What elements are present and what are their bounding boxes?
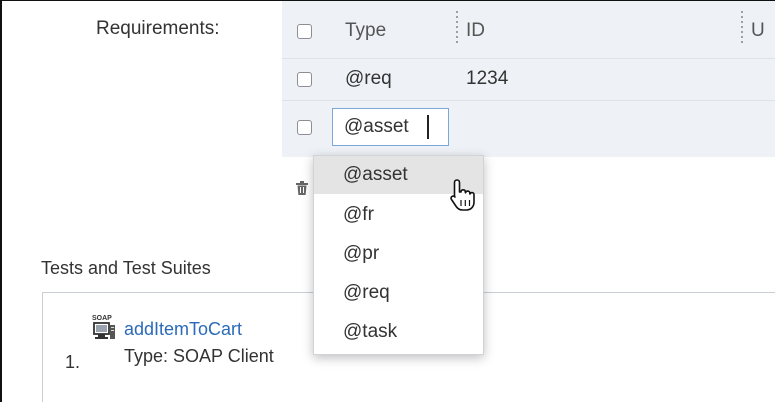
row-checkbox[interactable]: [297, 120, 312, 135]
hand-pointer-icon: [450, 179, 475, 211]
trash-icon[interactable]: [296, 181, 308, 195]
requirements-label: Requirements:: [96, 18, 220, 39]
id-cell[interactable]: 1234: [466, 68, 508, 90]
column-header-url[interactable]: U: [751, 20, 765, 42]
table-row[interactable]: @req 1234: [282, 58, 775, 101]
grid-header-row: Type ID U: [282, 1, 775, 59]
column-resize-handle[interactable]: [456, 11, 458, 45]
dropdown-option-req[interactable]: @req: [314, 274, 483, 312]
column-header-id[interactable]: ID: [466, 20, 485, 42]
tests-section-title: Tests and Test Suites: [41, 258, 211, 278]
select-all-checkbox[interactable]: [297, 24, 312, 39]
soap-icon: SOAP: [92, 315, 115, 339]
type-cell[interactable]: @req: [345, 68, 392, 90]
column-header-type[interactable]: Type: [345, 20, 386, 42]
row-checkbox[interactable]: [297, 72, 312, 87]
test-link-additemtocart[interactable]: addItemToCart: [124, 319, 242, 340]
text-caret: [427, 115, 429, 139]
soap-icon-text: SOAP: [92, 315, 112, 322]
test-index: 1.: [65, 352, 81, 372]
type-edit-input[interactable]: [332, 108, 449, 146]
dropdown-option-pr[interactable]: @pr: [314, 235, 483, 273]
column-resize-handle[interactable]: [741, 11, 743, 45]
test-type-text: Type: SOAP Client: [124, 346, 274, 366]
dropdown-option-task[interactable]: @task: [314, 313, 483, 351]
page-frame: Requirements: Type ID U @req 1234 Tests: [0, 0, 775, 402]
